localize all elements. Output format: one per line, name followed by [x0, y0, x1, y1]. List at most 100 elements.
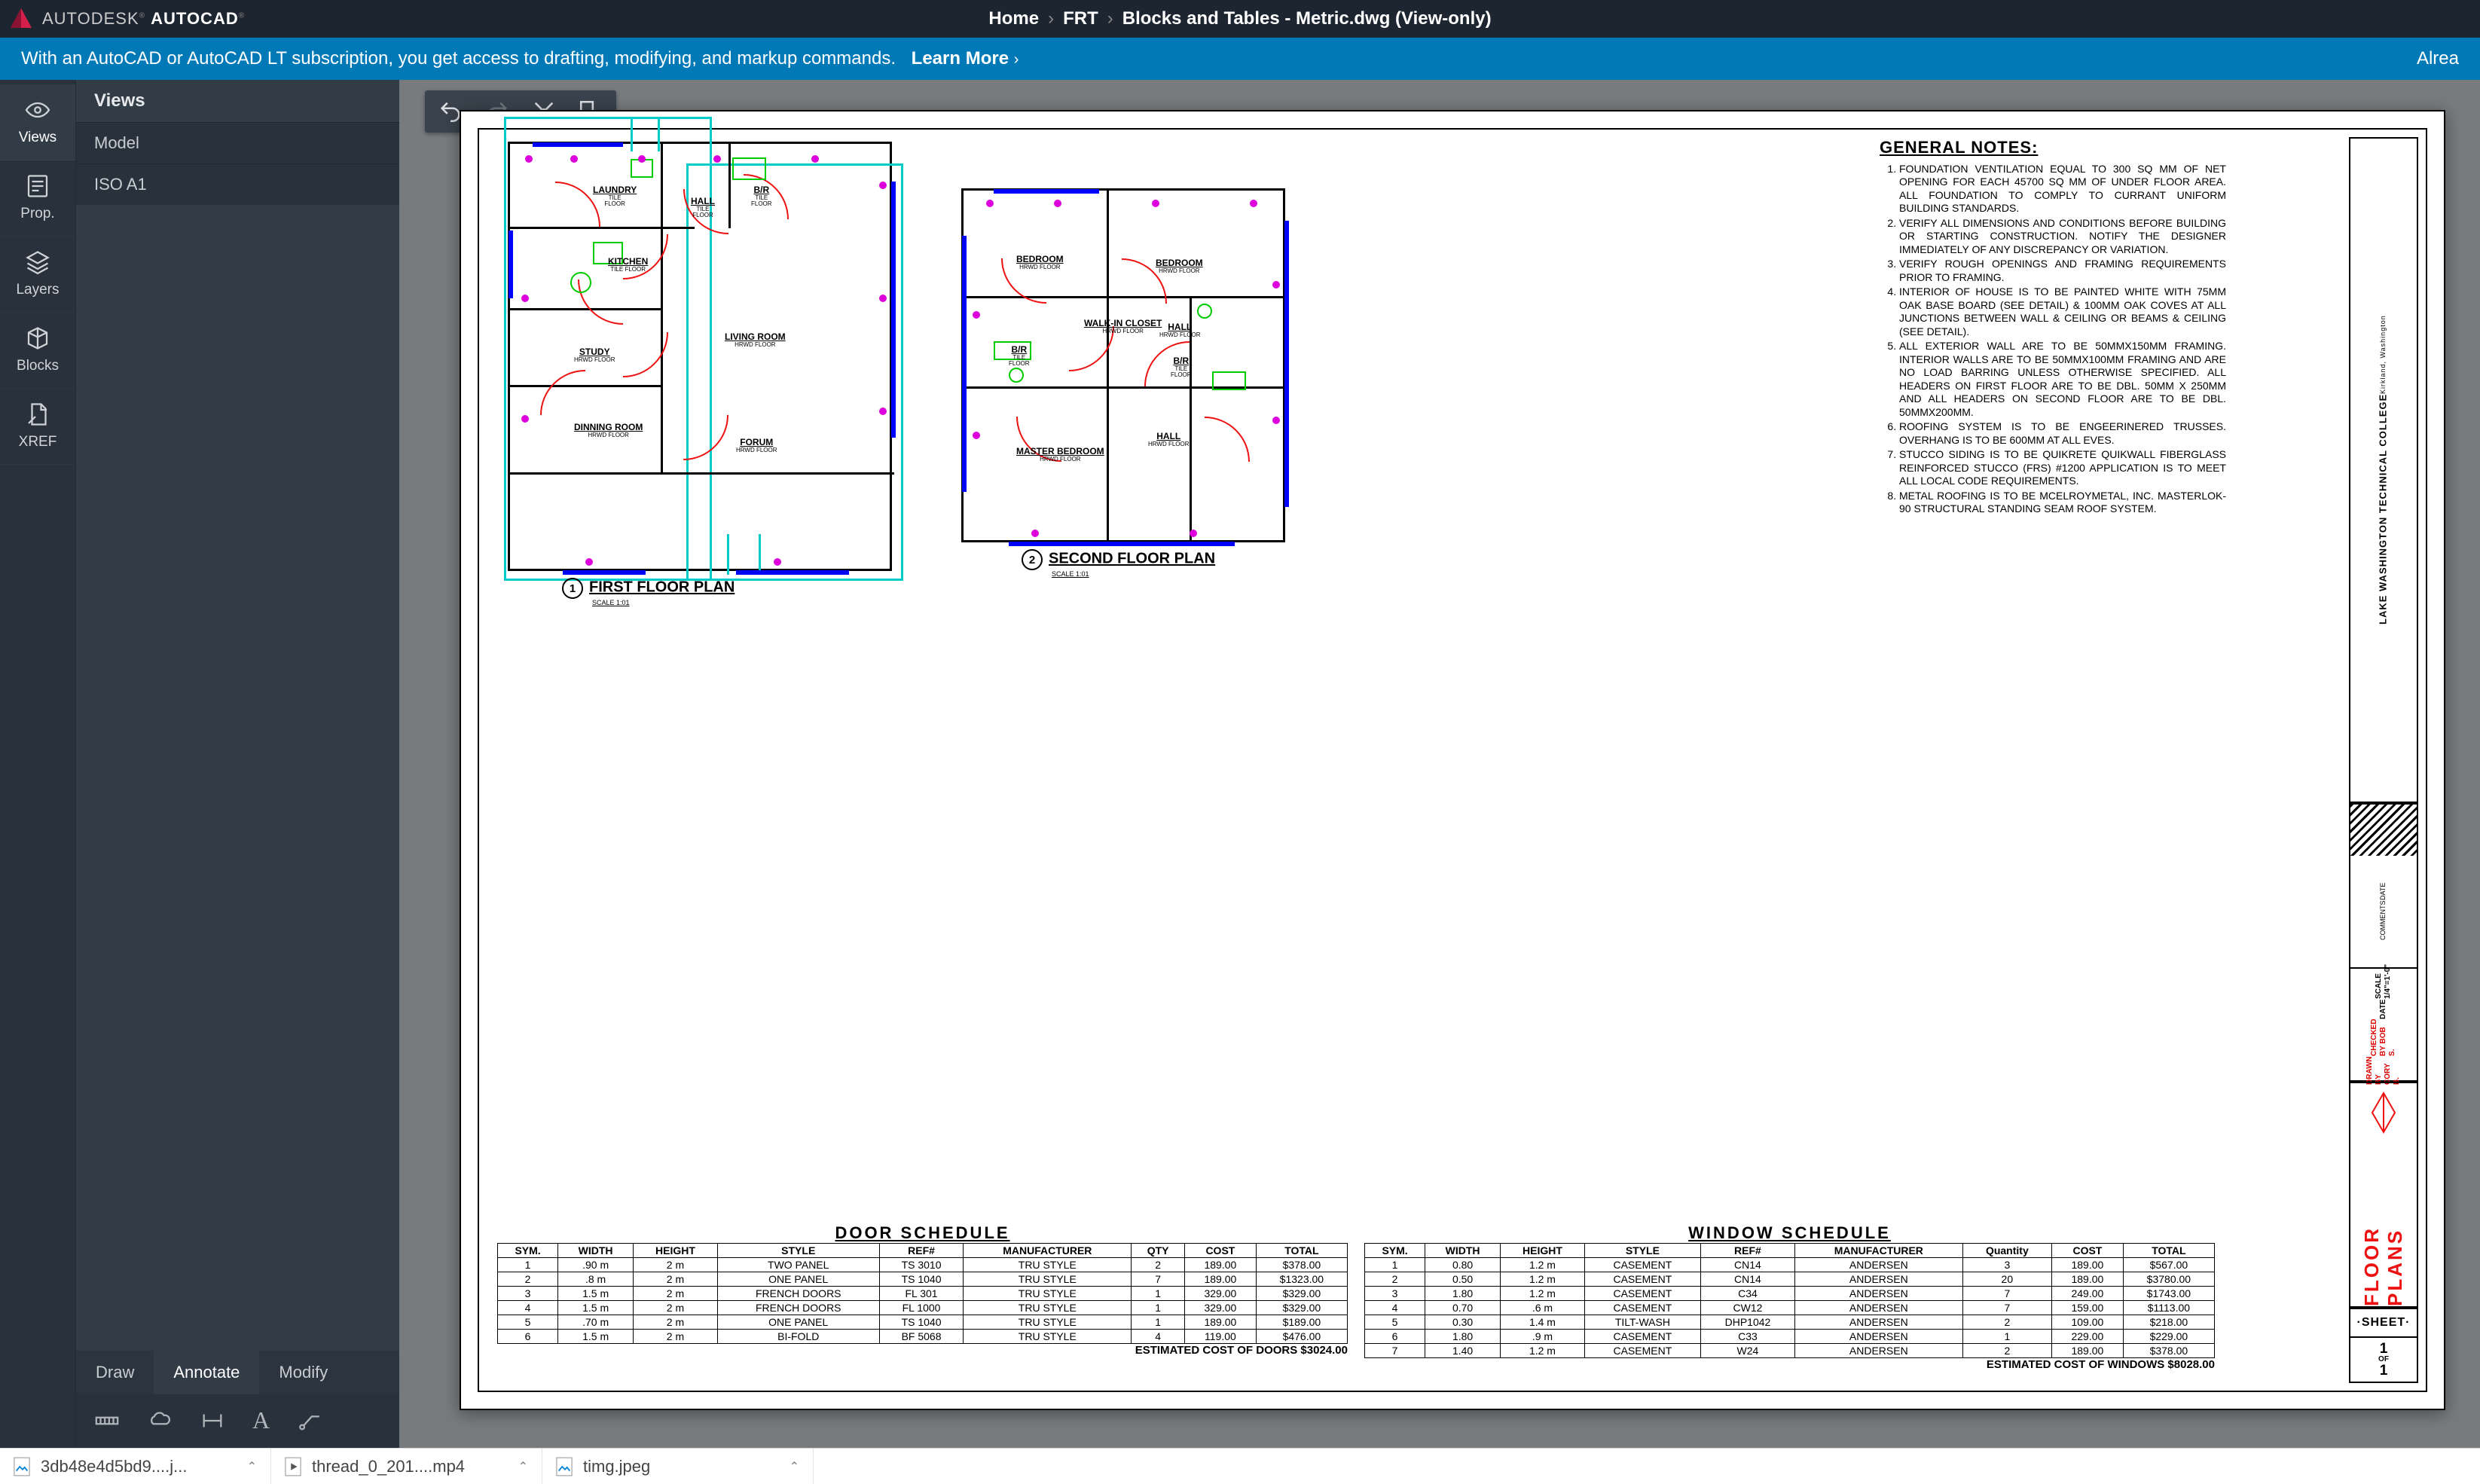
os-file-3[interactable]: timg.jpeg ⌃ — [542, 1449, 814, 1484]
room-label: DINNING ROOMHRWD FLOOR — [574, 423, 643, 438]
room-label: B/RTILEFLOOR — [751, 185, 772, 207]
drawing-canvas[interactable]: LAUNDRYTILEFLOORHALLTILEFLOORB/RTILEFLOO… — [399, 80, 2480, 1448]
chevron-right-icon: › — [1107, 8, 1113, 29]
views-panel-title: Views — [76, 80, 399, 122]
breadcrumb-file: Blocks and Tables - Metric.dwg (View-onl… — [1122, 8, 1492, 29]
table-row: 50.301.4 mTILT-WASHDHP1042ANDERSEN2109.0… — [1365, 1315, 2215, 1330]
promo-message: With an AutoCAD or AutoCAD LT subscripti… — [21, 48, 896, 69]
table-row: 61.5 m2 mBI-FOLDBF 5068TRU STYLE4119.00$… — [498, 1330, 1348, 1344]
properties-icon — [23, 171, 53, 201]
room-label: WALK-IN CLOSETHRWD FLOOR — [1084, 319, 1162, 334]
room-label: HALLTILEFLOOR — [691, 197, 715, 218]
rail-label: XREF — [19, 434, 57, 450]
subscription-promo-bar: With an AutoCAD or AutoCAD LT subscripti… — [0, 38, 2480, 80]
table-row: 40.70.6 mCASEMENTCW12ANDERSEN7159.00$111… — [1365, 1301, 2215, 1315]
titleblock-college-sub: Kirkland, Washington — [2379, 316, 2388, 395]
table-row: 31.5 m2 mFRENCH DOORSFL 301TRU STYLE1329… — [498, 1287, 1348, 1301]
chevron-up-icon[interactable]: ⌃ — [247, 1459, 257, 1474]
autocad-logo-icon — [8, 5, 35, 32]
annotate-toolbar: A — [76, 1394, 399, 1448]
tab-modify[interactable]: Modify — [259, 1351, 347, 1394]
note-item: STUCCO SIDING IS TO BE QUIKRETE QUIKWALL… — [1899, 448, 2226, 488]
room-label: B/RTILEFLOOR — [1171, 356, 1192, 378]
os-file-name: thread_0_201....mp4 — [312, 1457, 465, 1476]
room-label: BEDROOMHRWD FLOOR — [1016, 255, 1064, 270]
note-item: VERIFY ALL DIMENSIONS AND CONDITIONS BEF… — [1899, 217, 2226, 257]
view-model[interactable]: Model — [76, 122, 399, 163]
room-label: HALLHRWD FLOOR — [1148, 432, 1190, 447]
note-item: METAL ROOFING IS TO BE MCELROYMETAL, INC… — [1899, 490, 2226, 516]
room-label: LIVING ROOMHRWD FLOOR — [725, 332, 786, 348]
image-file-icon — [14, 1457, 30, 1476]
tool-rail: Views Prop. Layers Blocks XREF — [0, 80, 75, 1448]
breadcrumb: Home › FRT › Blocks and Tables - Metric.… — [988, 8, 1491, 29]
note-item: FOUNDATION VENTILATION EQUAL TO 300 SQ M… — [1899, 163, 2226, 215]
table-row: 31.801.2 mCASEMENTC34ANDERSEN7249.00$174… — [1365, 1287, 2215, 1301]
titleblock-hatch — [2350, 803, 2417, 856]
window-cost-estimate: ESTIMATED COST OF WINDOWS $8028.00 — [1364, 1358, 2215, 1371]
revision-cloud-icon[interactable] — [147, 1408, 173, 1434]
window-schedule: WINDOW SCHEDULE SYM.WIDTHHEIGHTSTYLEREF#… — [1364, 1223, 2215, 1371]
view-iso-a1[interactable]: ISO A1 — [76, 163, 399, 205]
dimension-icon[interactable] — [200, 1408, 225, 1434]
os-file-1[interactable]: 3db48e4d5bd9....j... ⌃ — [0, 1449, 271, 1484]
rail-label: Layers — [16, 282, 59, 298]
os-file-2[interactable]: thread_0_201....mp4 ⌃ — [271, 1449, 542, 1484]
sheet-name: FLOOR PLANS — [2350, 1142, 2417, 1308]
rail-blocks[interactable]: Blocks — [0, 313, 75, 389]
tab-draw[interactable]: Draw — [76, 1351, 154, 1394]
note-item: VERIFY ROUGH OPENINGS AND FRAMING REQUIR… — [1899, 258, 2226, 284]
second-floor-title: 2SECOND FLOOR PLAN SCALE 1:01 — [1022, 549, 1215, 578]
sheet-label: ·SHEET· — [2350, 1308, 2417, 1336]
rail-properties[interactable]: Prop. — [0, 160, 75, 237]
table-row: 5.70 m2 mONE PANELTS 1040TRU STYLE1189.0… — [498, 1315, 1348, 1330]
bottom-tool-tabs: Draw Annotate Modify — [76, 1351, 399, 1394]
note-item: ROOFING SYSTEM IS TO BE ENGEERINERED TRU… — [1899, 420, 2226, 447]
brand-bold: AUTOCAD — [151, 9, 239, 28]
second-floor-plan: BEDROOMHRWD FLOOR BEDROOMHRWD FLOOR WALK-I… — [961, 188, 1285, 542]
os-file-name: timg.jpeg — [583, 1457, 650, 1476]
app-logo: AUTODESK® AUTOCAD® — [0, 5, 245, 32]
text-icon[interactable]: A — [252, 1406, 270, 1434]
breadcrumb-folder[interactable]: FRT — [1063, 8, 1098, 29]
titleblock-college: LAKE WASHINGTON TECHNICAL COLLEGE — [2378, 394, 2390, 624]
rail-label: Views — [19, 130, 57, 146]
door-schedule: DOOR SCHEDULE SYM.WIDTHHEIGHTSTYLEREF#MA… — [497, 1223, 1348, 1371]
rail-label: Prop. — [20, 206, 54, 222]
table-row: 71.401.2 mCASEMENTW24ANDERSEN2189.00$378… — [1365, 1344, 2215, 1358]
xref-icon — [23, 399, 53, 429]
leader-icon[interactable] — [297, 1408, 322, 1434]
door-schedule-title: DOOR SCHEDULE — [497, 1223, 1348, 1243]
os-file-name: 3db48e4d5bd9....j... — [41, 1457, 188, 1476]
chevron-up-icon[interactable]: ⌃ — [790, 1459, 799, 1474]
breadcrumb-home[interactable]: Home — [988, 8, 1039, 29]
rail-xref[interactable]: XREF — [0, 389, 75, 465]
note-item: INTERIOR OF HOUSE IS TO BE PAINTED WHITE… — [1899, 286, 2226, 338]
learn-more-link[interactable]: Learn More — [912, 48, 1009, 69]
general-notes: GENERAL NOTES: FOUNDATION VENTILATION EQ… — [1880, 137, 2226, 518]
chevron-right-icon: › — [1014, 51, 1019, 68]
layout-sheet: LAUNDRYTILEFLOORHALLTILEFLOORB/RTILEFLOO… — [460, 110, 2445, 1410]
brand-light: AUTODESK — [42, 9, 139, 28]
table-row: 10.801.2 mCASEMENTCN14ANDERSEN3189.00$56… — [1365, 1258, 2215, 1272]
app-titlebar: AUTODESK® AUTOCAD® Home › FRT › Blocks a… — [0, 0, 2480, 38]
layers-icon — [23, 247, 53, 277]
image-file-icon — [556, 1457, 573, 1476]
tab-annotate[interactable]: Annotate — [154, 1351, 259, 1394]
rail-views[interactable]: Views — [0, 84, 75, 160]
pen-icon — [2350, 1082, 2417, 1142]
table-row: 20.501.2 mCASEMENTCN14ANDERSEN20189.00$3… — [1365, 1272, 2215, 1287]
measure-icon[interactable] — [94, 1408, 120, 1434]
room-label: MASTER BEDROOMHRWD FLOOR — [1016, 447, 1104, 463]
table-row: 2.8 m2 mONE PANELTS 1040TRU STYLE7189.00… — [498, 1272, 1348, 1287]
os-downloads-bar: 3db48e4d5bd9....j... ⌃ thread_0_201....m… — [0, 1448, 2480, 1484]
chevron-right-icon: › — [1048, 8, 1054, 29]
chevron-up-icon[interactable]: ⌃ — [518, 1459, 528, 1474]
room-label: BEDROOMHRWD FLOOR — [1156, 258, 1203, 274]
window-schedule-title: WINDOW SCHEDULE — [1364, 1223, 2215, 1243]
table-row: 61.80.9 mCASEMENTC33ANDERSEN1229.00$229.… — [1365, 1330, 2215, 1344]
rail-layers[interactable]: Layers — [0, 237, 75, 313]
rail-label: Blocks — [17, 358, 59, 374]
notes-heading: GENERAL NOTES: — [1880, 137, 2226, 158]
note-item: ALL EXTERIOR WALL ARE TO BE 50MMX150MM F… — [1899, 340, 2226, 419]
